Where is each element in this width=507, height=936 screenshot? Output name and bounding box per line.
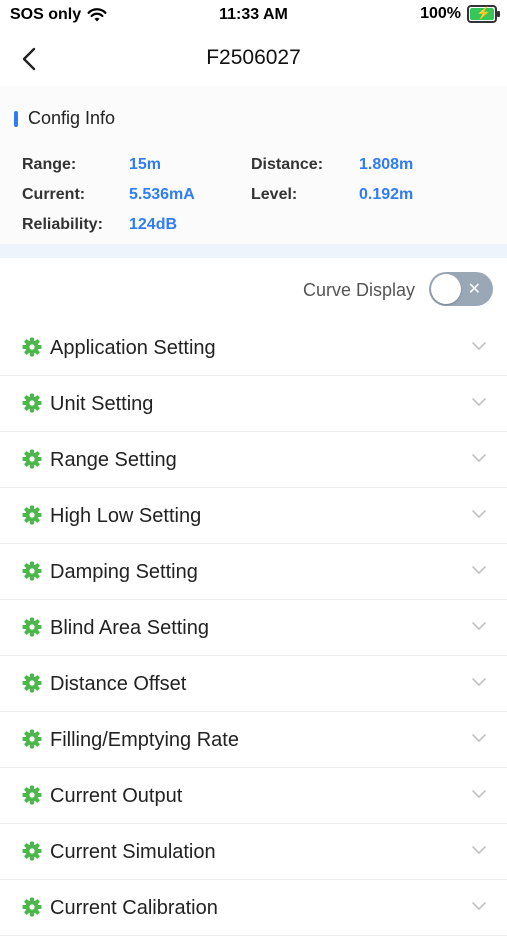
current-row: Current: [22,186,85,204]
battery-percent: 100% [420,5,461,22]
close-icon: ✕ [467,281,481,298]
level-value-wrap: 0.192m [359,186,413,204]
current-label: Current: [22,186,86,203]
accent-bar [14,110,18,127]
config-info-panel: Config Info Range: 15m Distance: 1.808m … [0,86,507,244]
gear-icon [22,841,42,861]
chevron-down-icon [472,566,486,574]
chevron-down-icon [472,454,486,462]
reliability-row: Reliability: [22,216,103,234]
range-row: Range: [22,156,76,174]
setting-item-filling-emptying-rate[interactable]: Filling/Emptying Rate [0,712,507,768]
status-right: 100% ⚡ [420,5,500,23]
setting-item-blind-area-setting[interactable]: Blind Area Setting [0,600,507,656]
page-title: F2506027 [206,46,301,69]
setting-label: Distance Offset [50,673,187,695]
settings-list: Application Setting Unit Setting Range Set… [0,320,507,936]
setting-item-high-low-setting[interactable]: High Low Setting [0,488,507,544]
gear-icon [22,785,42,805]
distance-value: 1.808m [359,156,414,173]
gear-icon [22,393,42,413]
gear-icon [22,449,42,469]
setting-item-distance-offset[interactable]: Distance Offset [0,656,507,712]
nav-bar: F2506027 [0,30,507,86]
chevron-down-icon [472,510,486,518]
setting-item-current-calibration[interactable]: Current Calibration [0,880,507,936]
reliability-value: 124dB [129,216,178,233]
current-value-wrap: 5.536mA [129,186,195,204]
toggle-knob [431,274,461,304]
chevron-down-icon [472,846,486,854]
gear-icon [22,729,42,749]
setting-label: Range Setting [50,449,177,471]
chevron-down-icon [472,678,486,686]
setting-label: Blind Area Setting [50,617,209,639]
distance-label: Distance: [251,156,324,173]
chevron-down-icon [472,398,486,406]
gear-icon [22,673,42,693]
status-bar: SOS only 11:33 AM 100% ⚡ [0,0,507,30]
curve-display-row: Curve Display ✕ [0,262,507,318]
config-title: Config Info [28,108,116,128]
setting-label: Current Output [50,785,183,807]
gear-icon [22,505,42,525]
setting-label: Current Calibration [50,897,218,919]
setting-item-damping-setting[interactable]: Damping Setting [0,544,507,600]
setting-item-current-simulation[interactable]: Current Simulation [0,824,507,880]
gear-icon [22,561,42,581]
curve-display-toggle[interactable]: ✕ [429,272,493,306]
distance-value-wrap: 1.808m [359,156,413,174]
distance-row: Distance: [251,156,323,174]
setting-item-range-setting[interactable]: Range Setting [0,432,507,488]
gear-icon [22,897,42,917]
setting-label: Unit Setting [50,393,154,415]
level-label: Level: [251,186,298,203]
chevron-down-icon [472,902,486,910]
setting-item-application-setting[interactable]: Application Setting [0,320,507,376]
range-value: 15m [129,156,162,173]
setting-item-current-output[interactable]: Current Output [0,768,507,824]
setting-item-unit-setting[interactable]: Unit Setting [0,376,507,432]
range-label: Range: [22,156,77,173]
setting-label: Current Simulation [50,841,216,863]
gear-icon [22,337,42,357]
config-header: Config Info [14,108,115,129]
range-value-wrap: 15m [129,156,161,174]
chevron-down-icon [472,790,486,798]
level-row: Level: [251,186,297,204]
reliability-label: Reliability: [22,216,103,233]
setting-label: Application Setting [50,337,216,359]
current-value: 5.536mA [129,186,195,203]
curve-display-label: Curve Display [302,280,415,300]
battery-icon: ⚡ [467,5,500,23]
level-value: 0.192m [359,186,414,203]
setting-label: Filling/Emptying Rate [50,729,239,751]
section-divider [0,244,507,258]
setting-label: High Low Setting [50,505,202,527]
gear-icon [22,617,42,637]
chevron-down-icon [472,342,486,350]
chevron-down-icon [472,622,486,630]
chevron-down-icon [472,734,486,742]
reliability-value-wrap: 124dB [129,216,177,234]
setting-label: Damping Setting [50,561,198,583]
